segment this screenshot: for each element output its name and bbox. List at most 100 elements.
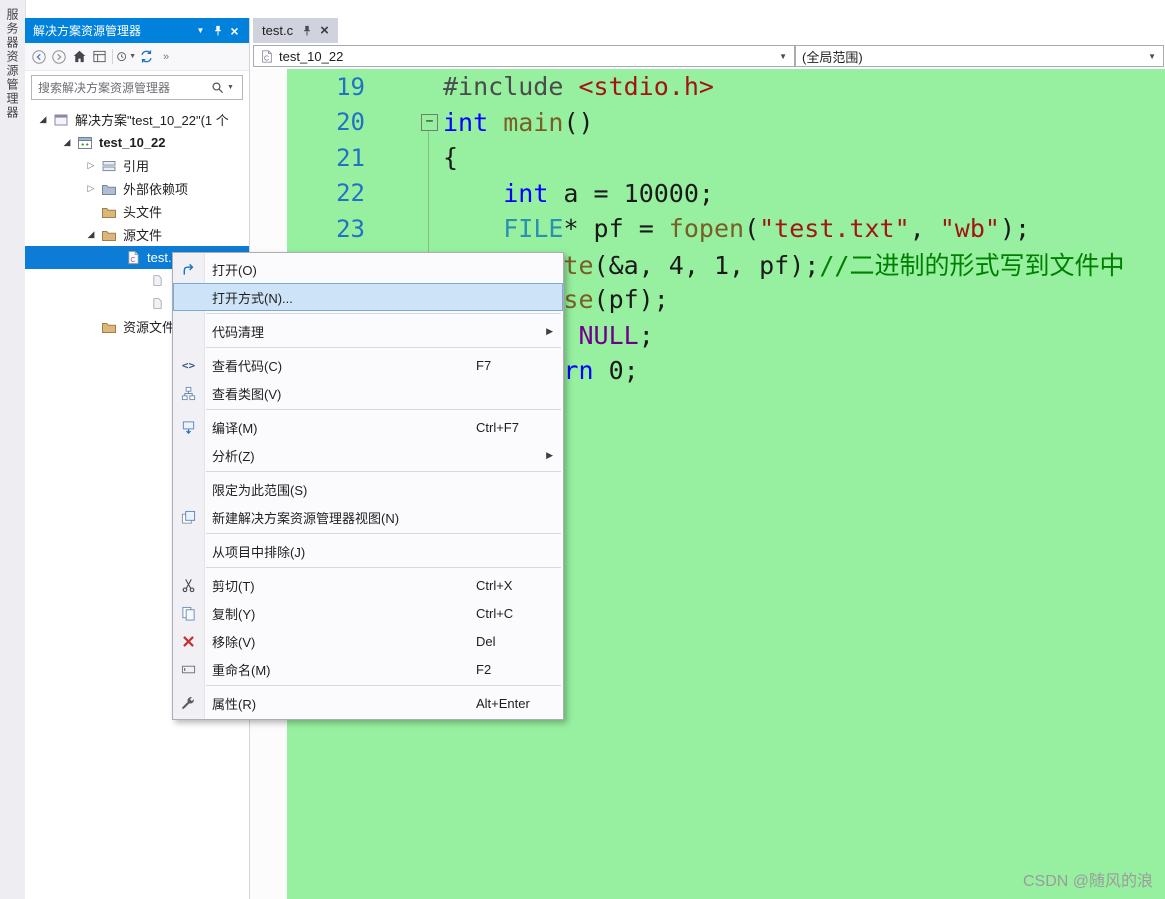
watermark: CSDN @随风的浪 [1022,873,1153,890]
solution-explorer-toolbar: ▼» [25,43,249,71]
project-icon [75,135,95,151]
code-text: #include <stdio.h> [443,72,714,102]
solution-explorer-titlebar[interactable]: 解决方案资源管理器 ▼ × [25,18,249,43]
search-input[interactable]: 搜索解决方案资源管理器 [32,79,209,96]
back-icon[interactable] [29,47,49,67]
chevron-down-icon[interactable]: ▼ [192,22,209,39]
close-icon[interactable]: × [226,22,243,39]
menu-item-scope-to-this[interactable]: 限定为此范围(S) [173,475,563,503]
menu-item-label: 移除(V) [212,634,256,650]
menu-item-analyze[interactable]: 分析(Z) ▶ [173,441,563,469]
menu-item-label: 查看类图(V) [212,386,282,402]
tree-item-solution[interactable]: ◢ 解决方案"test_10_22"(1 个 [25,108,249,131]
tree-collapsed-arrow-icon[interactable]: ▷ [83,160,99,171]
tree-expanded-arrow-icon[interactable]: ◢ [83,229,99,240]
file-item-icon [147,274,167,287]
home-icon[interactable] [69,47,89,67]
menu-item-label: 重命名(M) [212,662,271,678]
menu-separator [206,533,561,534]
menu-item-remove[interactable]: 移除(V) Del [173,627,563,655]
menu-separator [206,313,561,314]
solution-explorer-title: 解决方案资源管理器 [33,24,142,38]
tree-item-project-test-10-22[interactable]: ◢ test_10_22 [25,131,249,154]
tree-expanded-arrow-icon[interactable]: ◢ [35,114,51,125]
tree-item-external-dependencies[interactable]: ▷ 外部依赖项 [25,177,249,200]
menu-item-exclude-from-project[interactable]: 从项目中排除(J) [173,537,563,565]
tab-close-icon[interactable]: × [320,23,329,38]
file-item-icon [147,297,167,310]
sync-icon[interactable] [136,47,156,67]
menu-item-view-class-diagram[interactable]: 查看类图(V) [173,379,563,407]
pin-icon[interactable] [209,22,226,39]
menu-shortcut: F7 [476,357,492,373]
menu-item-properties[interactable]: 属性(R) Alt+Enter [173,689,563,717]
switch-views-icon[interactable] [89,47,109,67]
tree-item-label: 外部依赖项 [123,182,189,197]
line-number: 20 [336,108,365,137]
svg-text:C: C [130,255,136,264]
new-view-icon [173,510,204,525]
menu-item-view-code[interactable]: <> 查看代码(C) F7 [173,351,563,379]
menu-shortcut: Del [476,633,496,649]
overflow-icon[interactable]: » [156,47,176,67]
dropdown-caret-icon: ▼ [1148,51,1156,61]
code-line[interactable]: 21 { [287,140,1165,176]
folder-icon [99,204,119,220]
menu-shortcut: F2 [476,661,492,677]
copy-icon [173,606,204,621]
menu-item-label: 限定为此范围(S) [212,482,308,498]
menu-item-label: 新建解决方案资源管理器视图(N) [212,510,400,526]
folder-icon [99,227,119,243]
svg-text:C: C [264,55,269,62]
external-deps-icon [99,181,119,197]
menu-item-cut[interactable]: 剪切(T) Ctrl+X [173,571,563,599]
project-dropdown[interactable]: C test_10_22 ▼ [253,45,795,67]
menu-item-label: 属性(R) [212,696,257,712]
menu-item-rename[interactable]: 重命名(M) F2 [173,655,563,683]
menu-shortcut: Ctrl+X [476,577,513,593]
scope-dropdown[interactable]: (全局范围) ▼ [795,45,1164,67]
pending-changes-icon[interactable]: ▼ [116,47,136,67]
menu-item-new-solution-explorer-view[interactable]: 新建解决方案资源管理器视图(N) [173,503,563,531]
menu-item-compile[interactable]: 编译(M) Ctrl+F7 [173,413,563,441]
tab-pin-icon[interactable] [300,24,313,37]
search-box[interactable]: 搜索解决方案资源管理器 ▼ [31,75,243,100]
tree-item-header-files[interactable]: 头文件 [25,200,249,223]
menu-item-label: 从项目中排除(J) [212,544,306,560]
code-line[interactable]: 20 int main() [287,105,1165,141]
open-icon [173,262,204,277]
forward-icon[interactable] [49,47,69,67]
menu-item-open-with[interactable]: 打开方式(N)... [173,283,563,311]
menu-item-label: 代码清理 [212,324,265,340]
line-number: 21 [336,143,365,172]
menu-shortcut: Alt+Enter [476,695,530,711]
menu-item-code-cleanup[interactable]: 代码清理 ▶ [173,317,563,345]
tree-expanded-arrow-icon[interactable]: ◢ [59,137,75,148]
menu-item-open[interactable]: 打开(O) [173,255,563,283]
fold-collapse-icon[interactable]: − [421,114,438,131]
code-line[interactable]: 23 FILE* pf = fopen("test.txt", "wb"); [287,211,1165,247]
code-line[interactable]: 19 #include <stdio.h> [287,69,1165,105]
code-text: { [443,143,459,173]
solution-icon [51,112,71,128]
tree-item-source-files[interactable]: ◢ 源文件 [25,223,249,246]
tree-item-references[interactable]: ▷ 引用 [25,154,249,177]
remove-icon [173,635,204,648]
menu-item-label: 剪切(T) [212,578,255,594]
tree-collapsed-arrow-icon[interactable]: ▷ [83,183,99,194]
server-explorer-vertical-tab[interactable]: 服务器资源管理器 [4,8,21,120]
code-line[interactable]: 22 int a = 10000; [287,176,1165,212]
menu-item-copy[interactable]: 复制(Y) Ctrl+C [173,599,563,627]
menu-item-label: 打开方式(N)... [212,290,293,306]
compile-icon [173,420,204,435]
tab-test-c[interactable]: test.c × [253,18,338,43]
line-number: 23 [336,214,365,243]
left-dock-strip: 服务器资源管理器 [0,0,26,899]
line-number: 22 [336,179,365,208]
menu-item-label: 打开(O) [212,262,257,278]
menu-separator [206,685,561,686]
search-options-caret-icon[interactable]: ▼ [227,84,242,91]
search-icon[interactable] [209,79,227,97]
code-text: FILE* pf = fopen("test.txt", "wb"); [503,214,1031,244]
class-diagram-icon [173,386,204,401]
